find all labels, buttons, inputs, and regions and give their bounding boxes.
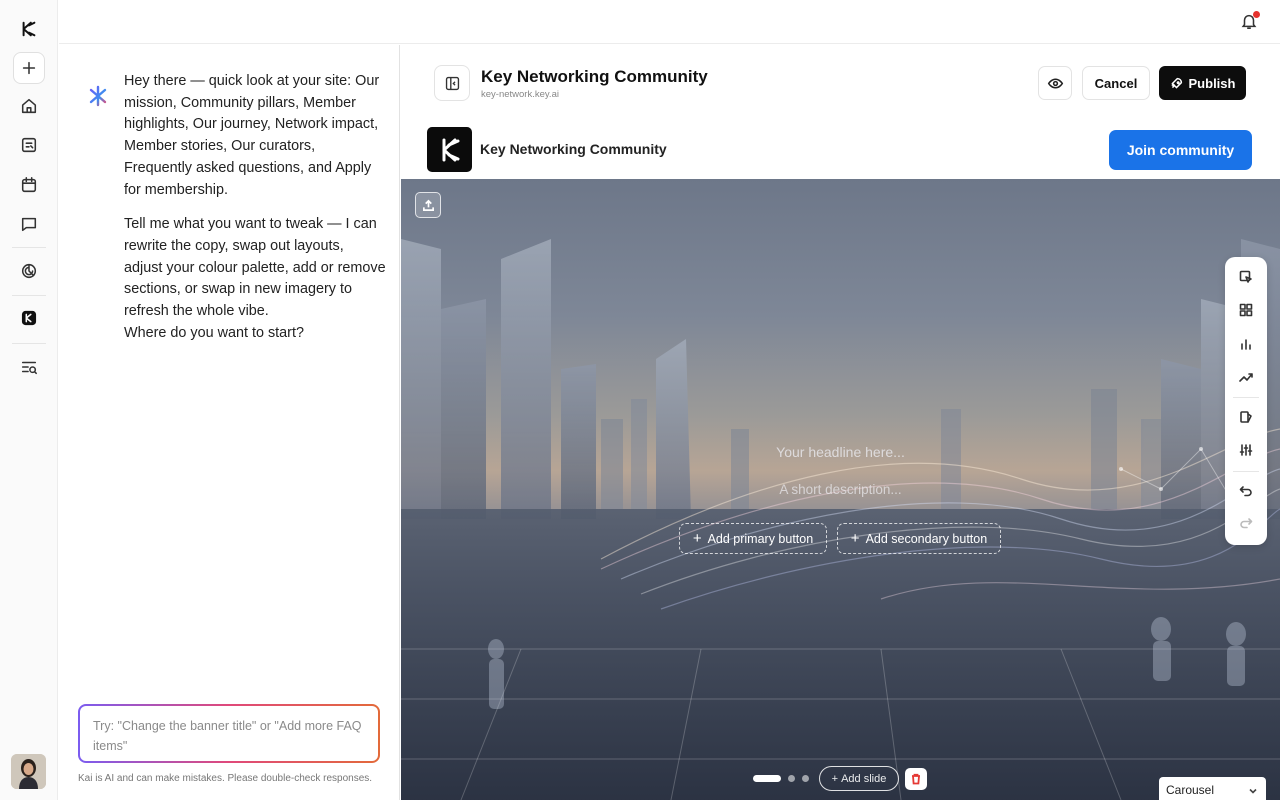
grid-icon bbox=[1239, 303, 1253, 317]
add-secondary-label: Add secondary button bbox=[865, 531, 988, 546]
chevron-down-icon bbox=[1249, 788, 1257, 794]
eye-icon bbox=[1047, 77, 1063, 89]
add-slide-button[interactable]: + Add slide bbox=[819, 766, 899, 791]
trend-icon bbox=[1239, 373, 1253, 382]
rail-divider bbox=[12, 247, 46, 248]
nav-pages[interactable] bbox=[13, 129, 45, 161]
bar-chart-icon bbox=[1241, 339, 1251, 350]
cancel-button[interactable]: Cancel bbox=[1082, 66, 1150, 100]
calendar-icon bbox=[21, 177, 37, 193]
select-tool-button[interactable] bbox=[1236, 267, 1256, 287]
slide-dot-active[interactable] bbox=[753, 775, 781, 782]
join-community-button[interactable]: Join community bbox=[1109, 130, 1252, 170]
slide-dot[interactable] bbox=[788, 775, 795, 782]
avatar[interactable] bbox=[11, 754, 46, 789]
preview-button[interactable] bbox=[1038, 66, 1072, 100]
hero-description[interactable]: A short description... bbox=[401, 482, 1280, 497]
nav-search[interactable] bbox=[13, 351, 45, 383]
home-icon bbox=[21, 98, 37, 114]
plus-icon: + bbox=[850, 530, 860, 547]
message-paragraph: Hey there — quick look at your site: Our… bbox=[124, 73, 380, 198]
left-rail bbox=[0, 0, 58, 800]
add-primary-button[interactable]: + Add primary button bbox=[679, 523, 827, 554]
toolbar-divider bbox=[1233, 397, 1259, 398]
settings-tool-button[interactable] bbox=[1236, 440, 1256, 460]
site-title: Key Networking Community bbox=[481, 67, 708, 86]
upload-icon bbox=[422, 199, 434, 211]
carousel-pagination bbox=[753, 775, 809, 782]
plus-icon bbox=[22, 61, 36, 75]
nav-analytics[interactable] bbox=[13, 255, 45, 287]
hero-banner[interactable]: Your headline here... A short descriptio… bbox=[401, 179, 1280, 800]
redo-icon bbox=[1240, 518, 1253, 529]
message-paragraph: Where do you want to start? bbox=[124, 324, 304, 341]
undo-icon bbox=[1239, 486, 1252, 497]
cursor-select-icon bbox=[1239, 270, 1252, 283]
chat-panel: Hey there — quick look at your site: Our… bbox=[59, 45, 400, 800]
delete-slide-button[interactable] bbox=[905, 768, 927, 790]
edit-page-icon bbox=[21, 137, 37, 153]
chat-input[interactable]: Try: "Change the banner title" or "Add m… bbox=[78, 704, 380, 763]
replace-image-button[interactable] bbox=[415, 192, 441, 218]
sliders-icon bbox=[1239, 444, 1253, 456]
publish-button[interactable]: Publish bbox=[1159, 66, 1246, 100]
toolbar-divider bbox=[1233, 471, 1259, 472]
rail-divider bbox=[12, 343, 46, 344]
top-bar bbox=[59, 0, 1280, 44]
section-toolbar bbox=[1225, 257, 1267, 545]
plus-icon: + bbox=[692, 530, 702, 547]
sidebar-collapse-icon bbox=[445, 76, 459, 90]
brand-icon bbox=[21, 310, 37, 326]
analytics-icon bbox=[21, 263, 37, 279]
rocket-icon bbox=[1170, 77, 1182, 89]
layout-select-value: Carousel bbox=[1166, 783, 1215, 797]
chat-icon bbox=[21, 217, 37, 232]
slide-dot[interactable] bbox=[802, 775, 809, 782]
trash-icon bbox=[912, 773, 920, 785]
site-url: key-network.key.ai bbox=[481, 89, 559, 100]
site-logo-icon[interactable] bbox=[427, 127, 472, 172]
add-primary-label: Add primary button bbox=[707, 531, 814, 546]
kai-logo-icon[interactable] bbox=[13, 13, 45, 45]
layout-tool-button[interactable] bbox=[1236, 300, 1256, 320]
publish-label: Publish bbox=[1188, 75, 1236, 91]
new-button[interactable] bbox=[13, 52, 45, 84]
trend-tool-button[interactable] bbox=[1236, 367, 1256, 387]
site-name: Key Networking Community bbox=[480, 141, 667, 157]
add-secondary-button[interactable]: + Add secondary button bbox=[837, 523, 1001, 554]
rail-divider bbox=[12, 295, 46, 296]
hero-headline[interactable]: Your headline here... bbox=[401, 444, 1280, 460]
add-slide-label: Add slide bbox=[841, 772, 887, 785]
editor-header: Key Networking Community key-network.key… bbox=[401, 45, 1280, 121]
toggle-sidebar-button[interactable] bbox=[434, 65, 470, 101]
notification-dot bbox=[1253, 11, 1260, 18]
undo-button[interactable] bbox=[1236, 481, 1256, 501]
ai-disclaimer: Kai is AI and can make mistakes. Please … bbox=[78, 773, 373, 784]
message-paragraph: Tell me what you want to tweak — I can r… bbox=[124, 216, 386, 320]
site-preview-nav: Key Networking Community Join community bbox=[401, 121, 1280, 179]
search-list-icon bbox=[21, 361, 37, 375]
chart-tool-button[interactable] bbox=[1236, 334, 1256, 354]
notifications-button[interactable] bbox=[1240, 11, 1260, 32]
style-tool-button[interactable] bbox=[1236, 407, 1256, 427]
nav-calendar[interactable] bbox=[13, 169, 45, 201]
redo-button[interactable] bbox=[1236, 513, 1256, 533]
palette-icon bbox=[1240, 411, 1252, 423]
nav-messages[interactable] bbox=[13, 208, 45, 240]
plus-icon: + bbox=[831, 772, 839, 785]
nav-brand[interactable] bbox=[13, 302, 45, 334]
assistant-message: Hey there — quick look at your site: Our… bbox=[124, 71, 386, 357]
layout-select[interactable]: Carousel bbox=[1159, 777, 1266, 800]
nav-home[interactable] bbox=[13, 90, 45, 122]
kai-avatar-icon bbox=[89, 85, 107, 107]
